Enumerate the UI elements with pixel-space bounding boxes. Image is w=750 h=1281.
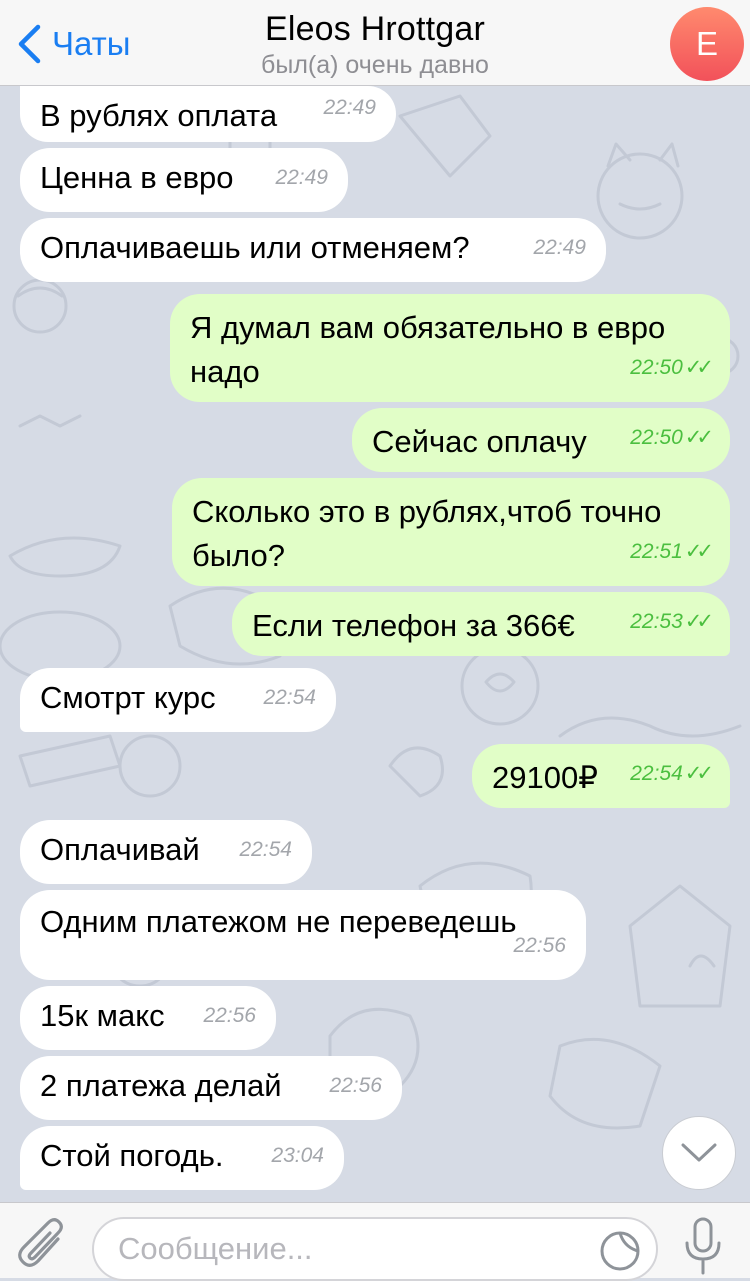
message-text-line: Сколько это в рублях,чтоб точно [192, 494, 662, 529]
message-time: 22:54✓✓ [630, 752, 714, 796]
incoming-message[interactable]: 2 платежа делай 22:56 [20, 1056, 402, 1120]
time-value: 22:50 [630, 426, 683, 449]
double-check-icon: ✓✓ [684, 762, 714, 785]
message-text: 2 платежа делай [40, 1068, 282, 1103]
message-composer: Сообщение... [0, 1202, 750, 1281]
message-time: 22:56 [513, 934, 566, 957]
incoming-message[interactable]: Оплачиваешь или отменяем? 22:49 [20, 218, 606, 282]
message-time: 22:53✓✓ [630, 600, 714, 644]
message-text: Смотрт курс [40, 680, 216, 715]
message-time: 23:04 [271, 1144, 324, 1167]
message-time: 22:51✓✓ [630, 530, 714, 574]
incoming-message[interactable]: 15к макс 22:56 [20, 986, 276, 1050]
incoming-message[interactable]: Оплачивай 22:54 [20, 820, 312, 884]
last-seen-status: был(а) очень давно [261, 51, 489, 79]
outgoing-message[interactable]: 29100₽ 22:54✓✓ [472, 744, 730, 808]
message-placeholder: Сообщение... [118, 1231, 313, 1266]
chat-header: Чаты Eleos Hrottgar был(а) очень давно E [0, 0, 750, 86]
message-list[interactable]: В рублях оплата 22:49 Ценна в евро 22:49… [0, 86, 750, 1202]
message-text: Если телефон за 366€ [252, 608, 575, 643]
double-check-icon: ✓✓ [684, 426, 714, 449]
message-text: Ценна в евро [40, 160, 234, 195]
chat-title-area[interactable]: Eleos Hrottgar был(а) очень давно [0, 10, 750, 80]
message-time: 22:50✓✓ [630, 346, 714, 390]
avatar[interactable]: E [670, 7, 744, 81]
message-text: Оплачиваешь или отменяем? [40, 230, 470, 265]
message-text: 15к макс [40, 998, 165, 1033]
time-value: 22:50 [630, 356, 683, 379]
incoming-message[interactable]: Смотрт курс 22:54 [20, 668, 336, 732]
message-text: Стой погодь. [40, 1138, 224, 1173]
message-text: Одним платежом не переведешь [40, 904, 517, 939]
scroll-to-bottom-button[interactable] [662, 1116, 736, 1190]
message-time: 22:49 [323, 96, 376, 119]
message-text: В рублях оплата [40, 98, 278, 133]
message-text: Оплачивай [40, 832, 200, 867]
microphone-icon[interactable] [682, 1217, 724, 1277]
time-value: 22:51 [630, 540, 683, 563]
message-time: 22:49 [275, 166, 328, 189]
double-check-icon: ✓✓ [684, 540, 714, 563]
message-text-line: Я думал вам обязательно в евро [190, 310, 666, 345]
incoming-message[interactable]: В рублях оплата 22:49 [20, 86, 396, 142]
message-time: 22:56 [203, 1004, 256, 1027]
double-check-icon: ✓✓ [684, 610, 714, 633]
message-time: 22:54 [263, 686, 316, 709]
message-text: Сейчас оплачу [372, 424, 587, 459]
avatar-letter: E [695, 25, 718, 62]
outgoing-message[interactable]: Если телефон за 366€ 22:53✓✓ [232, 592, 730, 656]
message-time: 22:49 [533, 236, 586, 259]
message-time: 22:50✓✓ [630, 416, 714, 460]
time-value: 22:54 [630, 762, 683, 785]
outgoing-message[interactable]: Я думал вам обязательно в евро надо 22:5… [170, 294, 730, 402]
message-input[interactable]: Сообщение... [92, 1217, 658, 1281]
outgoing-message[interactable]: Сколько это в рублях,чтоб точно было? 22… [172, 478, 730, 586]
outgoing-message[interactable]: Сейчас оплачу 22:50✓✓ [352, 408, 730, 472]
sticker-icon[interactable] [598, 1229, 642, 1273]
incoming-message[interactable]: Одним платежом не переведешь 22:56 [20, 890, 586, 980]
message-time: 22:56 [329, 1074, 382, 1097]
paperclip-icon[interactable] [18, 1217, 70, 1273]
message-time: 22:54 [239, 838, 292, 861]
time-value: 22:53 [630, 610, 683, 633]
chat-title: Eleos Hrottgar [264, 10, 486, 48]
incoming-message[interactable]: Стой погодь. 23:04 [20, 1126, 344, 1190]
incoming-message[interactable]: Ценна в евро 22:49 [20, 148, 348, 212]
message-text: 29100₽ [492, 760, 598, 795]
chevron-down-icon [681, 1143, 717, 1162]
double-check-icon: ✓✓ [684, 356, 714, 379]
